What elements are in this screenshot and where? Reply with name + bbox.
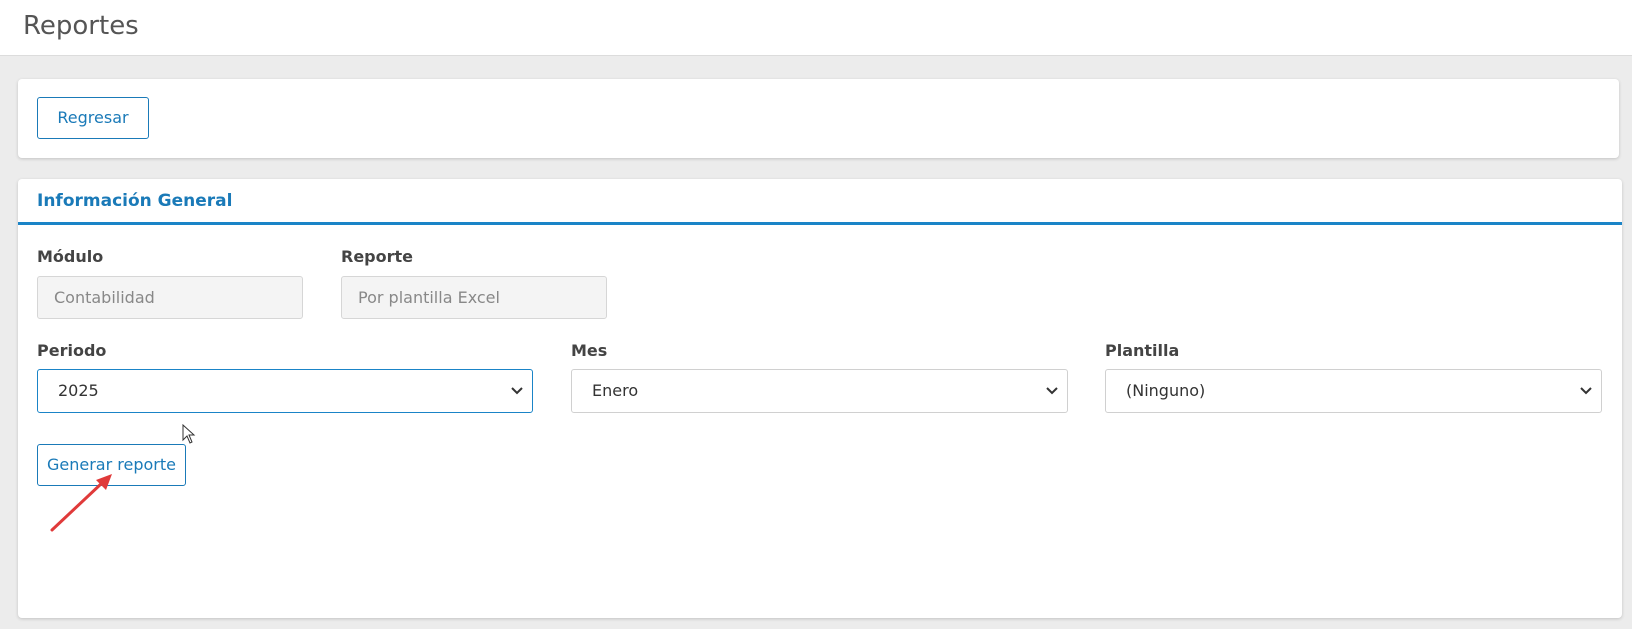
mes-select[interactable]: Enero <box>571 369 1068 413</box>
actions-card: Regresar <box>18 79 1619 158</box>
mes-label: Mes <box>571 341 608 360</box>
modulo-field: Contabilidad <box>37 276 303 319</box>
periodo-select[interactable]: 2025 <box>37 369 533 413</box>
periodo-label: Periodo <box>37 341 107 360</box>
chevron-down-icon <box>510 370 524 429</box>
chevron-down-icon <box>1579 370 1593 429</box>
back-button[interactable]: Regresar <box>37 97 149 139</box>
card-header: Información General <box>18 179 1622 225</box>
reporte-field: Por plantilla Excel <box>341 276 607 319</box>
periodo-selected-value: 2025 <box>58 381 99 400</box>
reporte-label: Reporte <box>341 247 414 266</box>
mes-selected-value: Enero <box>592 381 639 400</box>
chevron-down-icon <box>1045 370 1059 429</box>
generate-report-button[interactable]: Generar reporte <box>37 444 186 486</box>
section-title: Información General <box>37 191 233 211</box>
plantilla-selected-value: (Ninguno) <box>1126 381 1206 400</box>
modulo-label: Módulo <box>37 247 104 266</box>
general-info-card: Información General Módulo Contabilidad … <box>18 179 1622 618</box>
page-title: Reportes <box>23 11 139 41</box>
plantilla-select[interactable]: (Ninguno) <box>1105 369 1602 413</box>
mouse-cursor-icon <box>182 424 196 444</box>
plantilla-label: Plantilla <box>1105 341 1180 360</box>
page-header: Reportes <box>0 0 1632 56</box>
